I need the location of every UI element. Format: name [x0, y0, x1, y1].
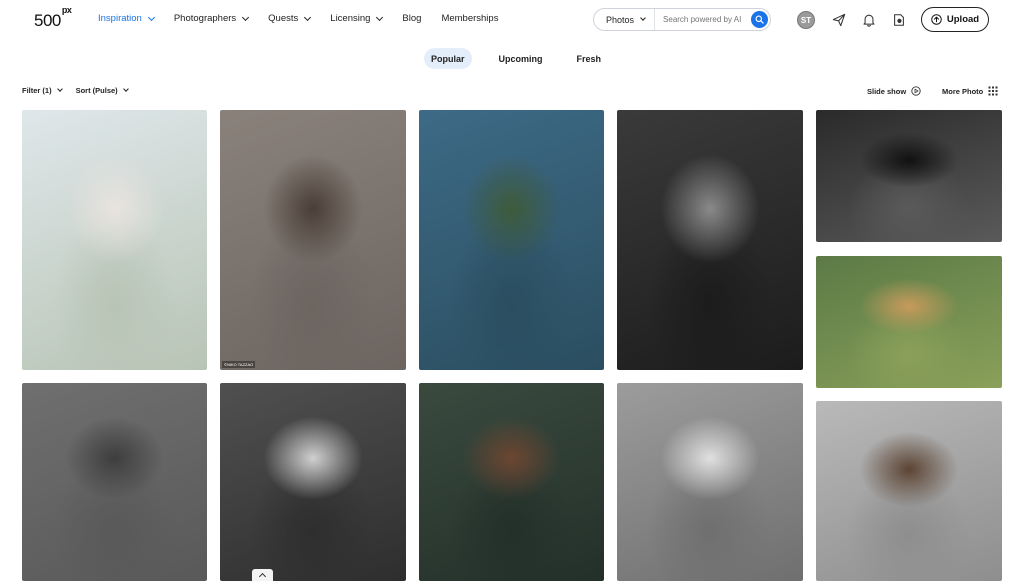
- photo-woman-curly-hair-gray-coat[interactable]: [22, 383, 207, 581]
- slideshow-label: Slide show: [867, 86, 907, 96]
- photo-watermark-tag: ©NIKO TAZZAO: [222, 361, 256, 368]
- nav-memberships-label: Memberships: [441, 13, 499, 24]
- slideshow-control[interactable]: Slide show: [867, 86, 921, 96]
- nav-licensing-label: Licensing: [330, 13, 371, 24]
- chevron-up-icon: [258, 572, 267, 581]
- sort-label: Sort (Pulse): [75, 86, 118, 95]
- nav-photographers[interactable]: Photographers: [173, 13, 250, 24]
- avatar-initials: ST: [800, 15, 812, 25]
- search-button[interactable]: [751, 11, 768, 28]
- more-photo-control[interactable]: More Photo: [942, 86, 998, 96]
- search-bar: Photos: [593, 8, 771, 31]
- photo-bw-woman-tattoo-arm[interactable]: [617, 110, 803, 370]
- filter-toolbar: Filter (1) Sort (Pulse): [22, 86, 142, 95]
- nav-blog-label: Blog: [402, 13, 422, 24]
- upload-arrow-icon: [931, 14, 942, 25]
- search-icon: [755, 15, 764, 24]
- photo-bw-woman-profile-veil[interactable]: [220, 383, 406, 581]
- play-circle-icon: [911, 86, 921, 96]
- send-icon[interactable]: [831, 12, 846, 27]
- search-input[interactable]: [655, 15, 748, 24]
- photo-bw-child-portrait[interactable]: [816, 110, 1002, 242]
- filter-dropdown[interactable]: Filter (1): [22, 86, 63, 95]
- feed-tabs: Popular Upcoming Fresh: [424, 48, 628, 69]
- main-nav: Inspiration Photographers Quests Licensi…: [98, 13, 518, 24]
- chevron-down-icon: [242, 13, 250, 21]
- nav-blog[interactable]: Blog: [402, 13, 421, 24]
- chevron-down-icon: [640, 15, 646, 21]
- photo-woman-shell-headband[interactable]: [419, 383, 604, 581]
- nav-inspiration-label: Inspiration: [98, 13, 142, 24]
- grid-icon: [988, 86, 998, 96]
- chevron-down-icon: [147, 13, 155, 21]
- chevron-down-icon: [376, 13, 384, 21]
- chevron-down-icon: [56, 86, 63, 92]
- more-photo-button[interactable]: More Photo: [942, 86, 998, 96]
- tab-fresh-label: Fresh: [576, 53, 602, 64]
- nav-quests[interactable]: Quests: [268, 13, 312, 24]
- tab-upcoming-label: Upcoming: [498, 53, 543, 64]
- nav-photographers-label: Photographers: [173, 13, 237, 24]
- chevron-down-icon: [304, 13, 312, 21]
- bell-icon[interactable]: [861, 12, 876, 27]
- photo-woman-seated-gray-jacket[interactable]: [816, 401, 1002, 581]
- photo-bw-blonde-woman-arm-raised[interactable]: [617, 383, 803, 581]
- scroll-to-top-button[interactable]: [252, 569, 273, 581]
- photo-woman-white-lingerie-street[interactable]: [22, 110, 207, 370]
- logo-sup: px: [61, 5, 72, 16]
- tab-upcoming[interactable]: Upcoming: [492, 48, 550, 69]
- brand-logo[interactable]: 500px: [34, 5, 72, 31]
- upload-button[interactable]: Upload: [921, 7, 989, 32]
- user-avatar[interactable]: ST: [797, 11, 815, 29]
- sort-dropdown[interactable]: Sort (Pulse): [75, 86, 129, 95]
- upload-label: Upload: [946, 14, 980, 25]
- tab-popular[interactable]: Popular: [424, 48, 472, 69]
- licensing-badge-icon[interactable]: [891, 12, 906, 27]
- slideshow-button[interactable]: Slide show: [867, 86, 921, 96]
- nav-inspiration[interactable]: Inspiration: [98, 13, 155, 24]
- search-category-label: Photos: [606, 14, 635, 25]
- logo-text: 500: [34, 11, 61, 30]
- photo-woman-curly-hair-blue-jacket[interactable]: [419, 110, 604, 370]
- chevron-down-icon: [122, 86, 129, 92]
- nav-licensing[interactable]: Licensing: [330, 13, 384, 24]
- nav-quests-label: Quests: [268, 13, 299, 24]
- tab-popular-label: Popular: [431, 53, 465, 64]
- tab-fresh[interactable]: Fresh: [570, 48, 609, 69]
- search-category-select[interactable]: Photos: [594, 9, 656, 30]
- nav-memberships[interactable]: Memberships: [441, 13, 498, 24]
- photo-woman-long-hair-black-top[interactable]: ©NIKO TAZZAO: [220, 110, 406, 370]
- photo-woman-straw-hat-yellow[interactable]: [816, 256, 1002, 388]
- more-photo-label: More Photo: [942, 86, 984, 96]
- top-navigation-bar: 500px Inspiration Photographers Quests L…: [0, 0, 1024, 40]
- filter-label: Filter (1): [22, 86, 52, 95]
